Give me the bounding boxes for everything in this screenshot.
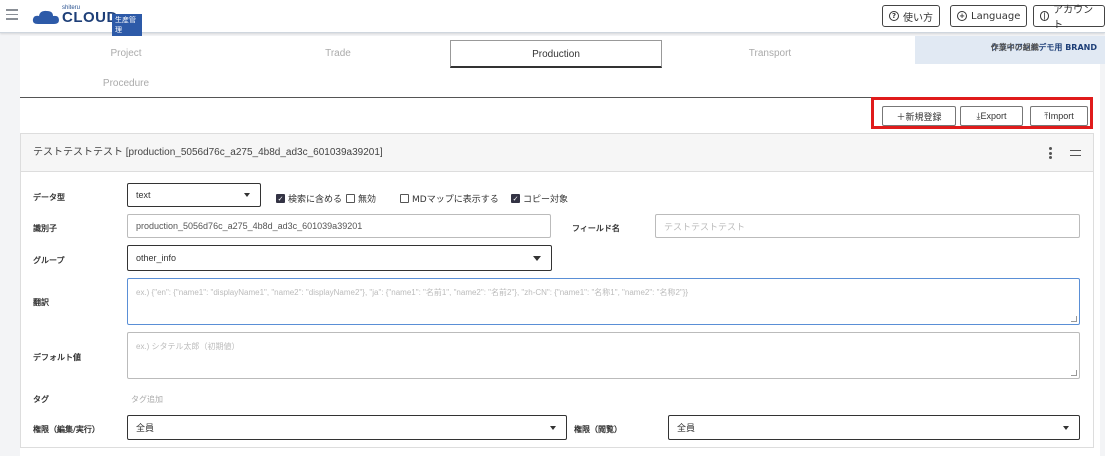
- checkbox-search-label: 検索に含める: [288, 195, 343, 205]
- kebab-menu-icon[interactable]: [1049, 147, 1053, 159]
- workspace-indicator: 作業中の組織 クライアントデモ用 BRAND: [915, 36, 1105, 64]
- checkbox-checked-icon: ✓: [511, 194, 520, 203]
- tag-label: タグ: [33, 395, 49, 404]
- logo-badge: 生産管理: [112, 14, 142, 36]
- data-type-select[interactable]: text: [127, 183, 261, 207]
- logo[interactable]: shiteru CLOUD 生産管理: [32, 5, 142, 36]
- checkbox-disabled[interactable]: 無効: [346, 192, 376, 205]
- top-bar: shiteru CLOUD 生産管理 ? 使い方 + Language | アカ…: [0, 0, 1105, 36]
- cloud-logo-icon: [32, 10, 59, 24]
- identifier-input[interactable]: production_5056d76c_a275_4b8d_ad3c_60103…: [127, 214, 551, 238]
- data-type-label: データ型: [33, 193, 65, 202]
- card-header[interactable]: テストテストテスト [production_5056d76c_a275_4b8d…: [21, 134, 1093, 172]
- tag-add-link[interactable]: タグ追加: [131, 394, 163, 405]
- tab-procedure[interactable]: Procedure: [20, 70, 232, 98]
- tab-project[interactable]: Project: [20, 40, 232, 68]
- tab-trade[interactable]: Trade: [232, 40, 444, 68]
- perm-view-label: 権限（閲覧）: [574, 425, 622, 434]
- checkbox-checked-icon: ✓: [276, 194, 285, 203]
- resize-grip-icon[interactable]: [1071, 370, 1077, 376]
- checkbox-copy-target[interactable]: ✓ コピー対象: [511, 192, 568, 205]
- checkbox-unchecked-icon: [400, 194, 409, 203]
- default-value-label: デフォルト値: [33, 353, 81, 362]
- hamburger-menu-icon[interactable]: [6, 9, 18, 21]
- default-value-textarea[interactable]: ex.) シタテル太郎（初期値）: [127, 332, 1080, 379]
- translation-placeholder: ex.) {"en": {"name1": "displayName1", "n…: [136, 288, 689, 297]
- chevron-down-icon: [550, 425, 556, 430]
- new-register-button[interactable]: ＋新規登録: [882, 106, 956, 126]
- checkbox-copy-target-label: コピー対象: [523, 195, 569, 205]
- language-button[interactable]: + Language: [950, 5, 1028, 27]
- power-icon: |: [1040, 11, 1050, 21]
- perm-edit-label: 権限（編集/実行）: [33, 425, 100, 434]
- help-button[interactable]: ? 使い方: [882, 5, 940, 27]
- workspace-label: 作業中の組織: [990, 43, 1039, 52]
- identifier-label: 識別子: [33, 224, 57, 233]
- identifier-value: production_5056d76c_a275_4b8d_ad3c_60103…: [136, 221, 363, 231]
- checkbox-md-map[interactable]: MDマップに表示する: [400, 192, 499, 205]
- globe-icon: +: [957, 11, 967, 21]
- account-label: アカウント: [1053, 5, 1094, 31]
- chevron-down-icon: [533, 256, 541, 261]
- question-icon: ?: [889, 11, 899, 21]
- group-select[interactable]: other_info: [127, 245, 552, 271]
- tab-production[interactable]: Production: [450, 40, 662, 68]
- data-type-value: text: [136, 190, 151, 200]
- account-button[interactable]: | アカウント: [1033, 5, 1105, 31]
- checkbox-search[interactable]: ✓ 検索に含める: [276, 192, 342, 205]
- import-button[interactable]: ⤒ Import: [1030, 106, 1088, 126]
- export-button[interactable]: ⤓ Export: [960, 106, 1023, 126]
- checkbox-unchecked-icon: [346, 194, 355, 203]
- tab-transport[interactable]: Transport: [664, 40, 876, 68]
- translation-label: 翻訳: [33, 298, 49, 307]
- language-label: Language: [971, 10, 1021, 22]
- checkbox-md-map-label: MDマップに表示する: [412, 195, 499, 205]
- perm-view-select[interactable]: 全員: [668, 415, 1080, 440]
- import-label: Import: [1048, 111, 1074, 121]
- help-label: 使い方: [903, 12, 933, 24]
- perm-edit-select[interactable]: 全員: [127, 415, 567, 440]
- logo-text: CLOUD: [62, 9, 118, 26]
- card-title: テストテストテスト [production_5056d76c_a275_4b8d…: [33, 147, 383, 158]
- drag-handle-icon[interactable]: [1070, 150, 1081, 156]
- field-name-input[interactable]: テストテストテスト: [655, 214, 1080, 238]
- chevron-down-icon: [1063, 425, 1069, 430]
- group-label: グループ: [33, 256, 65, 265]
- perm-view-value: 全員: [677, 423, 696, 433]
- export-label: Export: [980, 111, 1007, 121]
- chevron-down-icon: [244, 193, 250, 197]
- field-name-placeholder: テストテストテスト: [664, 221, 746, 232]
- translation-textarea[interactable]: ex.) {"en": {"name1": "displayName1", "n…: [127, 278, 1080, 325]
- default-value-placeholder: ex.) シタテル太郎（初期値）: [136, 342, 240, 351]
- perm-edit-value: 全員: [136, 423, 155, 433]
- checkbox-disabled-label: 無効: [358, 195, 377, 205]
- resize-grip-icon[interactable]: [1071, 316, 1077, 322]
- toolbar-highlight: ＋新規登録 ⤓ Export ⤒ Import: [871, 97, 1093, 129]
- group-value: other_info: [136, 253, 177, 263]
- field-name-label: フィールド名: [572, 224, 620, 233]
